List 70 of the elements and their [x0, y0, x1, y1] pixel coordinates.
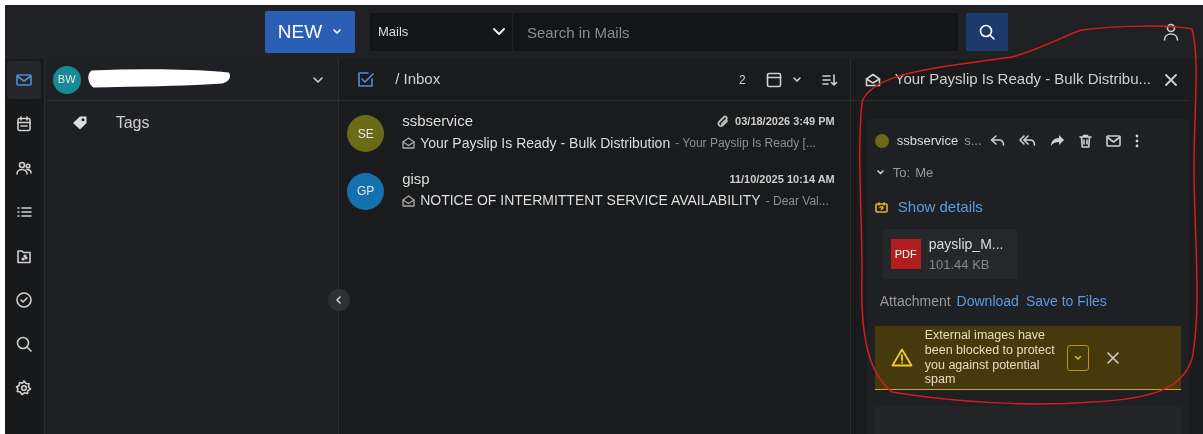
folder-item[interactable]: Tags [44, 101, 339, 135]
close-icon[interactable] [1106, 351, 1119, 364]
forward-icon[interactable] [1049, 134, 1065, 148]
chevron-down-icon[interactable] [791, 75, 802, 84]
reply-icon[interactable] [989, 134, 1005, 148]
message-subject: NOTICE OF INTERMITTENT SERVICE AVAILABILITY [420, 191, 761, 210]
mail-nav-button[interactable] [7, 61, 42, 99]
collapse-panel-button[interactable] [328, 289, 351, 311]
details-icon [874, 201, 888, 213]
to-label: To: [892, 163, 911, 182]
calendar-icon [15, 115, 34, 133]
pdf-badge: PDF [890, 238, 921, 269]
close-icon[interactable] [1165, 73, 1177, 86]
attachment-name: payslip_M... [928, 234, 1004, 254]
folder-path: / Inbox [395, 69, 442, 90]
search-icon [978, 23, 996, 41]
message-subject: Your Payslip Is Ready - Bulk Distribution [420, 133, 671, 153]
envelope-icon[interactable] [1105, 134, 1121, 147]
user-icon[interactable] [1163, 23, 1179, 41]
envelope-icon [864, 72, 881, 87]
sender-avatar: SE [347, 115, 385, 152]
caret-icon [332, 28, 343, 36]
message-title: Your Payslip Is Ready - Bulk Distribu... [894, 69, 1151, 90]
chevron-down-icon[interactable] [312, 75, 325, 84]
caret-icon [492, 27, 506, 37]
sender-name: gisp [402, 168, 431, 189]
reply-all-icon[interactable] [1018, 134, 1036, 148]
account-avatar: BW [52, 65, 81, 94]
sender-name: ssbservice [402, 111, 474, 131]
trash-icon[interactable] [1078, 133, 1092, 148]
sender-name: ssbservice [896, 132, 959, 150]
attachment-label: Attachment [879, 292, 951, 311]
message-item[interactable]: SE ssbservice 03/18/2026 3:49 PM Your Payslip Is Ready - Bulk Distribution - Your Payslip Is Ready [... [339, 101, 850, 159]
search-button[interactable] [966, 13, 1008, 51]
check-circle-icon [15, 291, 34, 309]
show-details-link[interactable]: Show details [897, 196, 983, 219]
message-date: 11/10/2025 10:14 AM [729, 171, 835, 187]
select-checkbox-icon[interactable] [357, 70, 376, 89]
folder-icon [15, 247, 34, 265]
chevron-left-icon [335, 295, 344, 305]
scope-select[interactable]: Mails [370, 13, 512, 51]
message-preview: - Your Payslip Is Ready [... [675, 135, 816, 152]
layout-icon[interactable] [765, 71, 782, 88]
attachment-action-link[interactable]: Download [956, 291, 1019, 312]
message-item[interactable]: GP gisp 11/10/2025 10:14 AM NOTICE OF INTERMITTENT SERVICE AVAILABILITY - Dear Val... [339, 158, 850, 216]
envelope-icon [402, 137, 416, 149]
sender-avatar [874, 133, 889, 148]
message-date: 03/18/2026 3:49 PM [735, 114, 835, 129]
search-field[interactable]: Search in Mails [513, 13, 958, 51]
chevron-down-icon[interactable] [876, 169, 884, 175]
settings-icon [15, 379, 34, 397]
envelope-icon [402, 194, 416, 207]
new-button[interactable]: NEW [265, 11, 355, 53]
alert-message: External images have been blocked to protect you against potential spam [924, 328, 1055, 387]
search-icon [15, 335, 34, 353]
recipient: Me [915, 163, 934, 182]
mail-icon [15, 71, 34, 89]
sender-address: s... [964, 132, 982, 150]
expand-button[interactable] [1066, 344, 1089, 371]
contacts-icon [15, 159, 34, 177]
more-icon[interactable] [1134, 133, 1139, 148]
attachment-size: 101.44 KB [928, 255, 991, 274]
sort-icon[interactable] [821, 72, 838, 87]
message-count: 2 [739, 71, 746, 89]
message-preview: - Dear Val... [765, 192, 829, 210]
caret-icon [1073, 354, 1082, 361]
warning-icon [890, 348, 913, 367]
attachment-tile[interactable]: PDF payslip_M... 101.44 KB [882, 228, 1017, 279]
attachment-action-link[interactable]: Save to Files [1025, 291, 1107, 312]
sender-avatar: GP [347, 172, 385, 210]
